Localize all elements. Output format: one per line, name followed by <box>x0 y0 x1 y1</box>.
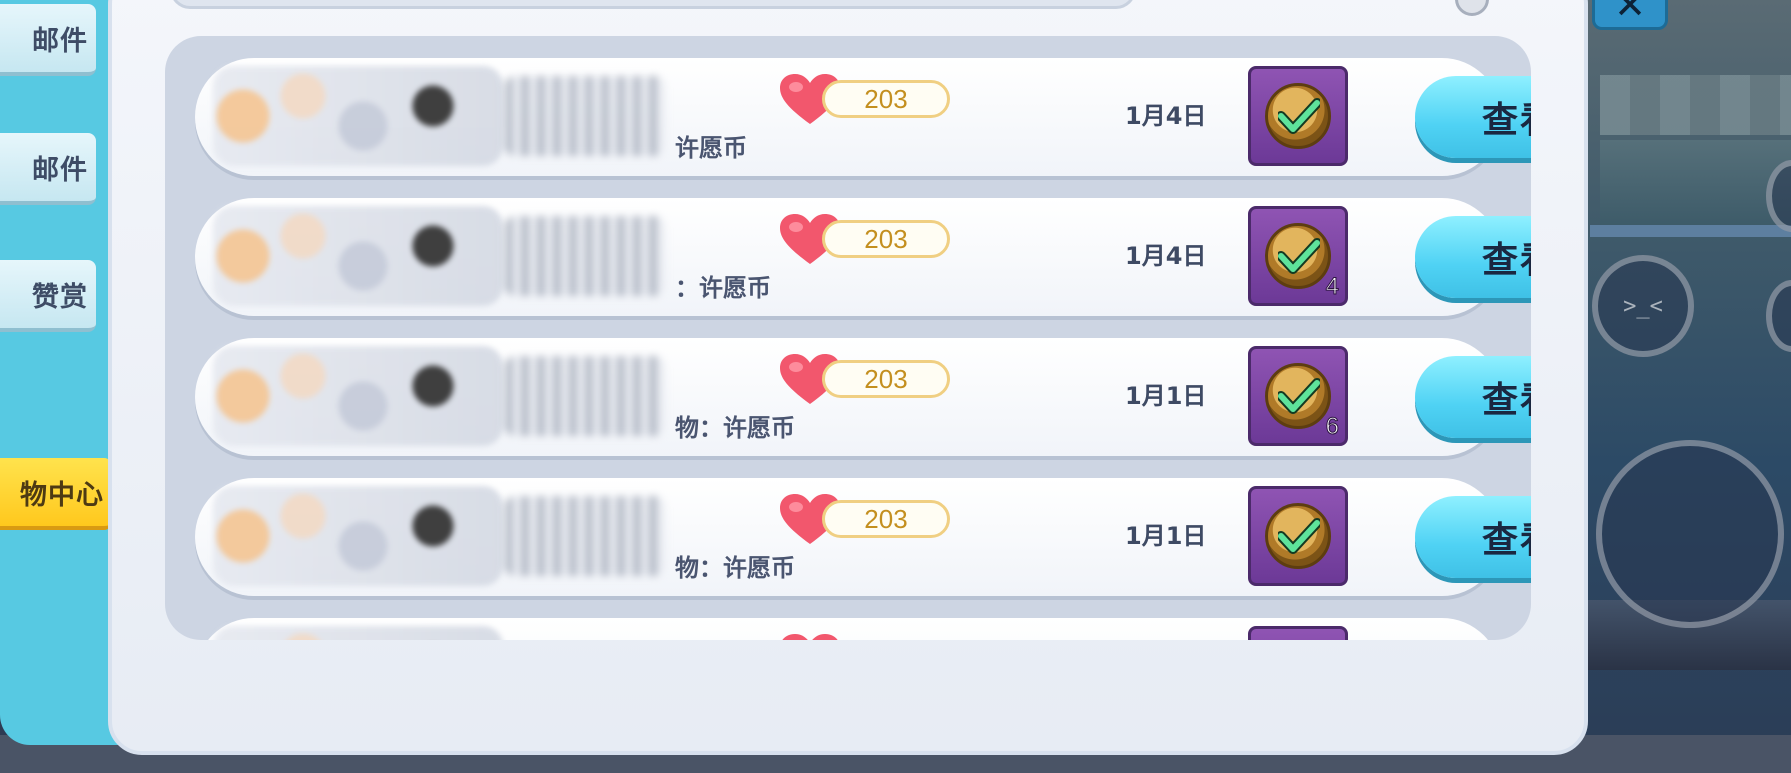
record-row-partial <box>195 618 1501 640</box>
gift-name: 物：许愿币 <box>675 554 795 582</box>
view-button[interactable]: 查看 <box>1415 496 1531 578</box>
check-coin-icon: 6 <box>1248 346 1348 446</box>
check-coin-icon <box>1248 486 1348 586</box>
tab-mail[interactable]: 邮件 <box>0 4 96 76</box>
record-row: 203 物：许愿币 1月1日 查看 <box>195 478 1531 596</box>
gift-name: 物：许愿币 <box>675 414 795 442</box>
player-name-blurred <box>505 356 665 436</box>
tab-label: 物中心 <box>20 479 104 511</box>
panel-header-bar <box>170 0 1136 9</box>
tab-label: 邮件 <box>32 154 88 186</box>
avatar <box>213 66 503 166</box>
player-name-blurred <box>505 216 665 296</box>
view-button[interactable]: 查看 <box>1415 76 1531 158</box>
record-date: 1月4日 <box>1125 242 1207 270</box>
view-button-label: 查看 <box>1481 380 1531 421</box>
view-button-label: 查看 <box>1481 100 1531 141</box>
avatar <box>213 486 503 586</box>
record-list[interactable]: 203 许愿币 1月4日 查看 203 ：许愿币 1月4日 4 <box>165 36 1531 640</box>
avatar <box>213 206 503 306</box>
like-count: 203 <box>822 220 950 258</box>
record-row: 203 ：许愿币 1月4日 4 查看 <box>195 198 1531 316</box>
badge-quantity: 4 <box>1325 273 1339 301</box>
gift-name: 许愿币 <box>675 134 747 162</box>
scene-wall-lower <box>1600 140 1791 230</box>
view-button[interactable]: 查看 <box>1415 356 1531 438</box>
record-date: 1月1日 <box>1125 522 1207 550</box>
tab-appreciation[interactable]: 赞赏 <box>0 260 96 332</box>
heart-icon <box>780 634 840 640</box>
player-name-blurred <box>505 76 665 156</box>
record-date: 1月4日 <box>1125 102 1207 130</box>
tab-label: 邮件 <box>32 25 88 57</box>
record-row: 203 许愿币 1月4日 查看 <box>195 58 1531 176</box>
emote-button[interactable]: >_< <box>1592 255 1694 357</box>
scene-wall <box>1600 75 1791 135</box>
record-row: 203 物：许愿币 1月1日 6 查看 <box>195 338 1531 456</box>
gift-name: ：许愿币 <box>675 274 771 302</box>
avatar <box>213 626 503 640</box>
tab-label: 赞赏 <box>32 281 88 313</box>
tab-gift-center[interactable]: 物中心 <box>0 458 112 530</box>
close-icon: ✕ <box>1614 0 1646 27</box>
close-button[interactable]: ✕ <box>1592 0 1668 30</box>
view-button[interactable]: 查看 <box>1415 216 1531 298</box>
like-count: 203 <box>822 80 950 118</box>
player-name-blurred <box>505 496 665 576</box>
view-button-label: 查看 <box>1481 520 1531 561</box>
avatar <box>213 346 503 446</box>
action-button[interactable] <box>1596 440 1784 628</box>
check-coin-icon <box>1248 66 1348 166</box>
check-coin-icon <box>1248 626 1348 640</box>
record-date: 1月1日 <box>1125 382 1207 410</box>
scene-rail <box>1590 225 1791 237</box>
badge-quantity: 6 <box>1325 413 1339 441</box>
tab-mail-2[interactable]: 邮件 <box>0 133 96 205</box>
check-coin-icon: 4 <box>1248 206 1348 306</box>
view-button-label: 查看 <box>1481 240 1531 281</box>
like-count: 203 <box>822 360 950 398</box>
like-count: 203 <box>822 500 950 538</box>
